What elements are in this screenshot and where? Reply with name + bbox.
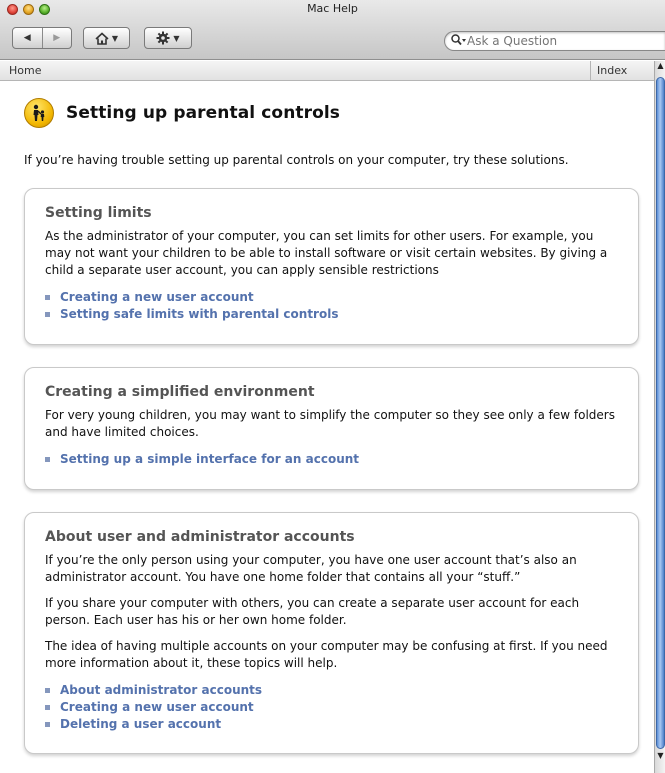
vertical-scrollbar[interactable]: ▲ ▼ [654,61,665,773]
section-paragraph: As the administrator of your computer, y… [45,229,608,277]
forward-arrow-icon: ▶ [53,33,61,43]
help-link-label: Setting up a simple interface for an acc… [60,452,360,466]
section-paragraph: For very young children, you may want to… [45,408,615,439]
help-link[interactable]: Setting up a simple interface for an acc… [45,451,618,468]
index-button[interactable]: Index [590,61,654,80]
intro-text: If you’re having trouble setting up pare… [24,153,569,167]
home-menu-button[interactable]: ▼ [83,27,130,49]
help-link-label: Setting safe limits with parental contro… [60,307,339,321]
section-paragraph: If you share your computer with others, … [45,596,580,627]
link-list: About administrator accounts Creating a … [45,682,618,733]
bullet-icon [45,722,50,727]
section-heading: About user and administrator accounts [45,529,355,545]
section-heading: Creating a simplified environment [45,384,315,400]
home-icon [95,31,109,45]
back-forward-control: ◀ ▶ [12,27,72,49]
section-user-admin-accounts: About user and administrator accounts If… [24,512,639,754]
help-link[interactable]: Setting safe limits with parental contro… [45,306,618,323]
section-simplified-environment: Creating a simplified environment For ve… [24,367,639,490]
help-link-label: Creating a new user account [60,700,254,714]
mac-help-window: Mac Help ◀ ▶ ▼ ▼ Ask a Question Home Ind… [0,0,665,773]
link-list: Setting up a simple interface for an acc… [45,451,618,468]
bullet-icon [45,295,50,300]
scroll-down-arrow-icon[interactable]: ▼ [655,751,665,763]
breadcrumb-bar: Home Index [0,61,654,81]
forward-button[interactable]: ▶ [41,28,72,48]
chevron-down-icon: ▼ [111,33,119,43]
title-bar: Mac Help ◀ ▶ ▼ ▼ Ask a Question [0,0,665,60]
section-heading: Setting limits [45,205,152,221]
help-link[interactable]: About administrator accounts [45,682,618,699]
bullet-icon [45,312,50,317]
help-link[interactable]: Creating a new user account [45,289,618,306]
help-link[interactable]: Creating a new user account [45,699,618,716]
search-icon [451,33,467,49]
section-setting-limits: Setting limits As the administrator of y… [24,188,639,345]
window-title: Mac Help [307,2,358,15]
section-paragraph: The idea of having multiple accounts on … [45,639,608,670]
bullet-icon [45,457,50,462]
search-input[interactable] [467,34,647,48]
help-link[interactable]: Deleting a user account [45,716,618,733]
gear-icon [156,31,170,45]
help-link-label: Deleting a user account [60,717,222,731]
breadcrumb-home[interactable]: Home [9,64,41,77]
bullet-icon [45,705,50,710]
action-menu-button[interactable]: ▼ [144,27,192,49]
section-paragraph: If you’re the only person using your com… [45,553,577,584]
search-field[interactable] [444,31,665,51]
page-header: Setting up parental controls [24,98,340,128]
back-button[interactable]: ◀ [13,28,42,48]
parental-controls-icon [24,98,54,128]
help-content: Setting up parental controls If you’re h… [0,82,654,773]
back-arrow-icon: ◀ [23,33,31,43]
scroll-up-arrow-icon[interactable]: ▲ [655,61,665,75]
help-link-label: About administrator accounts [60,683,263,697]
chevron-down-icon: ▼ [173,33,180,43]
scroll-thumb[interactable] [656,77,665,749]
bullet-icon [45,688,50,693]
help-link-label: Creating a new user account [60,290,254,304]
page-title: Setting up parental controls [66,103,341,123]
link-list: Creating a new user account Setting safe… [45,289,618,323]
